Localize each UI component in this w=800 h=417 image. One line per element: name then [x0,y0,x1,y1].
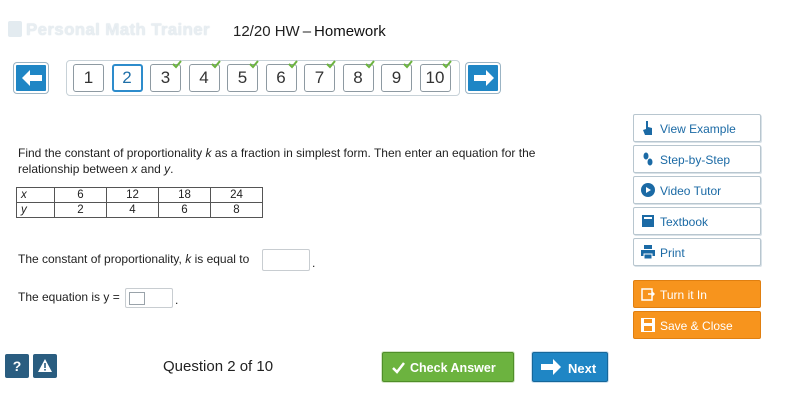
table-cell: 6 [54,187,107,203]
equation-prompt: The equation is y = [18,290,120,304]
footprints-icon [643,152,653,166]
header: Personal Math Trainer 12/20 HW – Homework [0,0,800,56]
arrow-right-icon [474,70,494,86]
constant-prompt: The constant of proportionality, k is eq… [18,252,249,266]
assignment-name: Homework [314,23,386,40]
completed-check-icon [249,60,259,69]
textbook-label: Textbook [660,215,709,229]
question-number-label: 9 [391,68,402,87]
equation-period: . [175,293,179,307]
assignment-title: 12/20 HW – Homework [233,23,386,40]
play-circle-icon [641,183,655,197]
question-prompt: Find the constant of proportionality k a… [18,145,578,177]
pointer-hand-icon [643,121,652,135]
data-table: x 6 12 18 24 y 2 4 6 8 [16,187,263,218]
completed-check-icon [441,60,452,69]
turn-it-in-label: Turn it In [660,288,707,302]
completed-check-icon [172,60,182,69]
y-header-cell: y [16,202,55,218]
question-number-list: 1 2 3 4 5 6 7 8 9 10 [66,60,460,96]
turn-it-in-button[interactable]: Turn it In [633,280,761,308]
textbook-button[interactable]: Textbook [633,207,761,235]
question-number-button[interactable]: 6 [265,60,298,92]
submit-icon [641,288,655,301]
question-text-1: Find the constant of proportionality [18,146,203,160]
question-number-label: 7 [314,68,325,87]
table-cell: 4 [106,202,159,218]
equation-answer-input[interactable] [125,288,173,308]
question-number-label: 3 [160,68,171,87]
question-number-button[interactable]: 2 [111,64,143,92]
constant-prompt-suffix: is equal to [194,252,250,266]
print-button[interactable]: Print [633,238,761,266]
question-number-label: 10 [425,68,445,87]
next-question-arrow-button[interactable] [466,63,500,93]
question-number-button[interactable]: 3 [150,60,182,92]
view-example-button[interactable]: View Example [633,114,761,142]
k-variable: k [185,252,192,266]
table-row-y: y 2 4 6 8 [16,202,263,218]
next-label: Next [568,361,597,376]
completed-check-icon [210,60,221,69]
question-counter: Question 2 of 10 [163,358,274,375]
question-number-label: 5 [237,68,248,87]
constant-period: . [312,256,316,270]
table-cell: 12 [106,187,159,203]
completed-check-icon [403,60,413,69]
question-number-button[interactable]: 4 [188,60,221,92]
question-number-label: 8 [353,68,363,87]
question-navigation: 1 2 3 4 5 6 7 8 9 10 [14,60,504,96]
brand-name: Personal Math Trainer [26,20,210,39]
warning-triangle-icon [38,359,52,372]
x-variable: x [131,162,138,176]
help-button[interactable]: ? [5,354,29,378]
completed-check-icon [326,60,336,69]
video-tutor-button[interactable]: Video Tutor [633,176,761,204]
video-tutor-label: Video Tutor [660,184,722,198]
table-cell: 8 [210,202,263,218]
next-button[interactable]: Next [532,352,608,382]
question-period: . [170,162,174,176]
print-label: Print [660,246,685,260]
question-number-label: 4 [199,68,209,87]
view-example-label: View Example [660,122,736,136]
prev-question-button[interactable] [14,63,48,93]
step-by-step-button[interactable]: Step-by-Step [633,145,761,173]
question-number-button[interactable]: 8 [342,60,375,92]
question-number-label: 6 [276,68,286,87]
book-icon [642,215,654,227]
table-cell: 18 [158,187,211,203]
save-disk-icon [641,318,655,332]
save-close-button[interactable]: Save & Close [633,311,761,339]
question-number-button[interactable]: 10 [419,60,452,92]
brand-icon [8,21,22,37]
constant-prompt-text: The constant of proportionality, [18,252,182,266]
table-row-x: x 6 12 18 24 [16,187,263,203]
k-variable: k [205,146,212,160]
report-issue-button[interactable] [33,354,57,378]
step-by-step-label: Step-by-Step [660,153,731,167]
equation-placeholder-box [129,292,145,305]
question-number-button[interactable]: 1 [73,64,104,92]
and-word: and [140,162,161,176]
constant-answer-input[interactable] [262,249,310,271]
save-close-label: Save & Close [660,319,733,333]
assignment-date: 12/20 HW [233,23,300,40]
x-header-cell: x [16,187,55,203]
question-number-button[interactable]: 9 [381,60,413,92]
check-answer-button[interactable]: Check Answer [382,352,514,382]
table-cell: 6 [158,202,211,218]
arrow-right-icon [541,359,561,375]
completed-check-icon [364,60,375,69]
table-cell: 24 [210,187,263,203]
question-number-button[interactable]: 7 [304,60,336,92]
completed-check-icon [287,60,298,69]
check-answer-label: Check Answer [410,361,496,375]
checkmark-icon [392,362,405,374]
table-cell: 2 [54,202,107,218]
brand-logo: Personal Math Trainer [8,20,210,40]
question-number-button[interactable]: 5 [227,60,259,92]
printer-icon [641,245,655,259]
arrow-left-icon [22,70,42,86]
